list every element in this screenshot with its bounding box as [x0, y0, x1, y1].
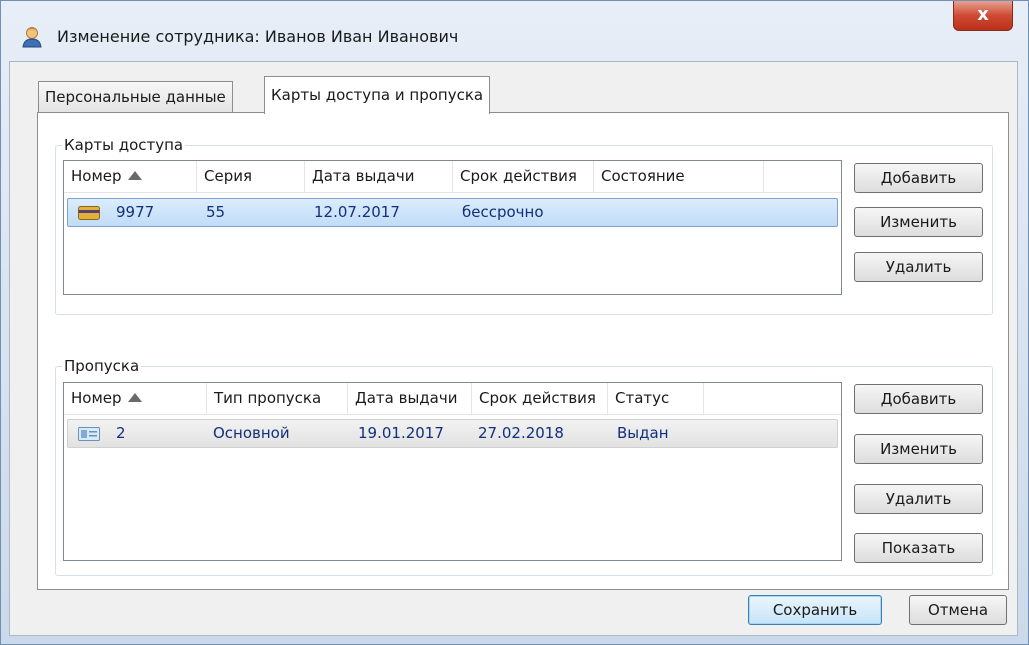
column-header-state[interactable]: Состояние [594, 161, 764, 192]
card-icon [78, 206, 100, 220]
sort-ascending-icon [127, 393, 142, 402]
pass-expiry: 27.02.2018 [478, 424, 564, 442]
passes-group: Пропуска Номер Тип пропуска Дата выдачи … [55, 357, 993, 576]
close-button[interactable]: x [953, 1, 1013, 31]
column-header-number-label: Номер [71, 167, 122, 185]
column-header-expiry[interactable]: Срок действия [472, 383, 608, 414]
add-pass-button[interactable]: Добавить [854, 384, 983, 414]
tab-panel-access-cards: Карты доступа Номер Серия Дата выдачи Ср… [37, 112, 1009, 590]
access-cards-list-header: Номер Серия Дата выдачи Срок действия Со… [64, 161, 841, 193]
dialog-window: Изменение сотрудника: Иванов Иван Иванов… [0, 0, 1029, 645]
access-cards-list[interactable]: Номер Серия Дата выдачи Срок действия Со… [63, 160, 842, 295]
pass-status: Выдан [617, 424, 669, 442]
add-card-button[interactable]: Добавить [854, 163, 983, 193]
access-cards-group-label: Карты доступа [62, 136, 186, 154]
edit-pass-button[interactable]: Изменить [854, 434, 983, 464]
column-header-pass-type[interactable]: Тип пропуска [207, 383, 348, 414]
card-series: 55 [206, 203, 226, 221]
window-title: Изменение сотрудника: Иванов Иван Иванов… [57, 27, 459, 46]
user-icon [22, 27, 42, 48]
column-header-status[interactable]: Статус [608, 383, 704, 414]
card-issue-date: 12.07.2017 [314, 203, 400, 221]
title-bar[interactable]: Изменение сотрудника: Иванов Иван Иванов… [1, 1, 1028, 61]
edit-card-button[interactable]: Изменить [854, 207, 983, 237]
save-button[interactable]: Сохранить [748, 595, 882, 625]
table-row[interactable]: 9977 55 12.07.2017 бессрочно [67, 198, 838, 227]
cancel-button[interactable]: Отмена [909, 595, 1007, 625]
column-header-validity[interactable]: Срок действия [453, 161, 594, 192]
passes-group-label: Пропуска [62, 357, 142, 375]
table-row[interactable]: 2 Основной 19.01.2017 27.02.2018 Выдан [67, 419, 838, 448]
tab-personal-data[interactable]: Персональные данные [38, 81, 233, 113]
dialog-client-area: Персональные данные Карты доступа и проп… [9, 61, 1018, 636]
pass-number: 2 [116, 424, 126, 442]
column-header-number-label: Номер [71, 389, 122, 407]
tab-access-cards-and-passes[interactable]: Карты доступа и пропуска [264, 76, 491, 114]
passes-list[interactable]: Номер Тип пропуска Дата выдачи Срок дейс… [63, 382, 842, 561]
column-header-number[interactable]: Номер [64, 161, 197, 192]
column-header-series[interactable]: Серия [197, 161, 305, 192]
passes-list-header: Номер Тип пропуска Дата выдачи Срок дейс… [64, 383, 841, 415]
column-header-issue-date[interactable]: Дата выдачи [305, 161, 453, 192]
column-header-number[interactable]: Номер [64, 383, 207, 414]
delete-card-button[interactable]: Удалить [854, 252, 983, 282]
show-pass-button[interactable]: Показать [854, 533, 983, 563]
card-number: 9977 [116, 203, 155, 221]
column-header-issue-date[interactable]: Дата выдачи [348, 383, 472, 414]
access-cards-group: Карты доступа Номер Серия Дата выдачи Ср… [55, 136, 993, 315]
pass-type: Основной [213, 424, 290, 442]
delete-pass-button[interactable]: Удалить [854, 484, 983, 514]
sort-ascending-icon [127, 171, 142, 180]
pass-icon [78, 427, 100, 441]
pass-issue-date: 19.01.2017 [358, 424, 444, 442]
card-validity: бессрочно [462, 203, 544, 221]
